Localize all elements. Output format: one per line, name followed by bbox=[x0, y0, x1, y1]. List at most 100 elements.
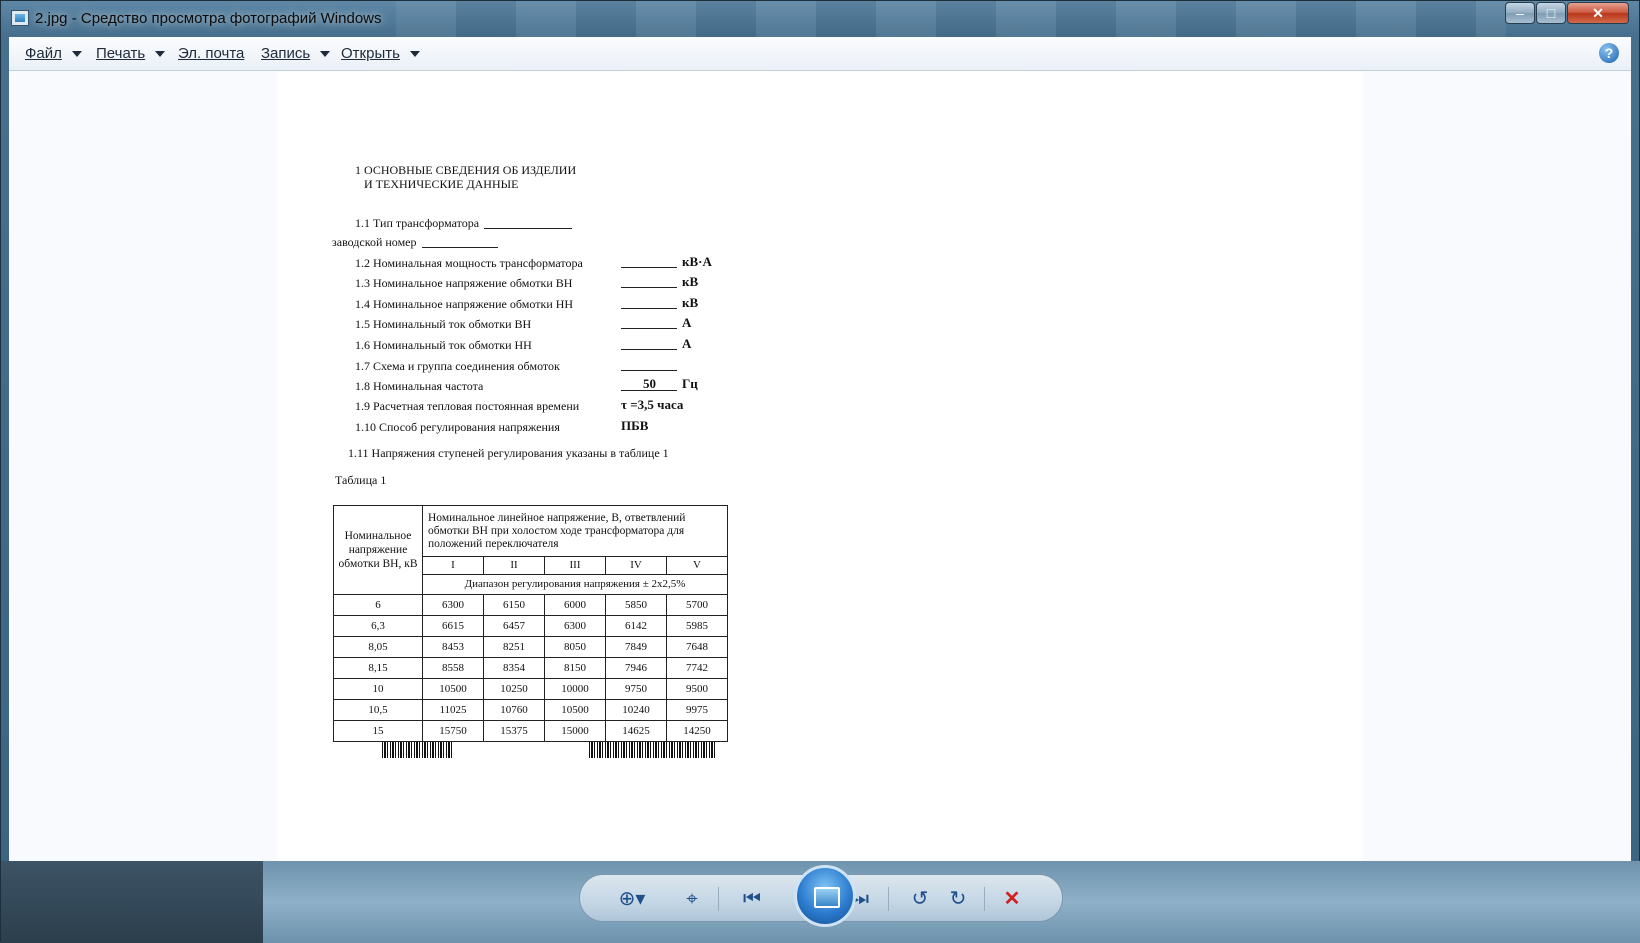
field-label: 1.6 Номинальный ток обмотки НН bbox=[355, 338, 532, 352]
table-cell: 6615 bbox=[422, 615, 484, 637]
slideshow-icon[interactable] bbox=[794, 865, 856, 927]
table-row: 8,05 8453 8251 8050 7849 7648 bbox=[333, 636, 728, 658]
help-icon[interactable]: ? bbox=[1599, 43, 1619, 63]
table-row: 8,15 8558 8354 8150 7946 7742 bbox=[333, 657, 728, 679]
table-cell: 5850 bbox=[605, 594, 667, 616]
table-cell: 7849 bbox=[605, 636, 667, 658]
field-label: 1.5 Номинальный ток обмотки ВН bbox=[355, 317, 532, 331]
zoom-icon[interactable]: ⊕▾ bbox=[612, 885, 652, 913]
table-cell: 6300 bbox=[422, 594, 484, 616]
rotate-cw-icon[interactable]: ↻ bbox=[944, 885, 972, 913]
menu-print-label: Печать bbox=[96, 45, 146, 62]
nominal-cell: 10,5 bbox=[333, 699, 423, 721]
field-label: 1.1 Тип трансформатора bbox=[355, 216, 480, 230]
table-caption: Таблица 1 bbox=[335, 473, 387, 487]
field-label: 1.4 Номинальное напряжение обмотки НН bbox=[355, 297, 574, 311]
table-row: 6 6300 6150 6000 5850 5700 bbox=[333, 594, 728, 616]
table-top-header: Номинальное линейное напряжение, В, отве… bbox=[422, 504, 728, 558]
field-unit: кВ·А bbox=[682, 254, 712, 269]
nominal-cell: 6 bbox=[333, 594, 423, 616]
field-unit: Гц bbox=[682, 376, 698, 391]
image-viewport[interactable]: 1 ОСНОВНЫЕ СВЕДЕНИЯ ОБ ИЗДЕЛИИ И ТЕХНИЧЕ… bbox=[9, 71, 1631, 861]
scanned-page: 1 ОСНОВНЫЕ СВЕДЕНИЯ ОБ ИЗДЕЛИИ И ТЕХНИЧЕ… bbox=[277, 71, 1363, 861]
delete-icon[interactable]: ✕ bbox=[998, 885, 1026, 913]
field-value: ПБВ bbox=[621, 418, 649, 433]
table-cell: 8050 bbox=[544, 636, 606, 658]
field-label: 1.9 Расчетная тепловая постоянная времен… bbox=[355, 399, 580, 413]
menu-file[interactable]: Файл bbox=[25, 45, 82, 62]
table-cell: 14625 bbox=[605, 720, 667, 742]
table-cell: 8453 bbox=[422, 636, 484, 658]
chevron-down-icon bbox=[155, 51, 166, 58]
barcode-left bbox=[382, 742, 453, 758]
table-cell: 6457 bbox=[483, 615, 545, 637]
window-title: 2.jpg - Средство просмотра фотографий Wi… bbox=[35, 10, 382, 27]
table-cell: 15375 bbox=[483, 720, 545, 742]
command-bar: Файл Печать Эл. почта Запись Открыть ? bbox=[9, 37, 1631, 71]
table-cell: 9750 bbox=[605, 678, 667, 700]
field-label: 1.2 Номинальная мощность трансформатора bbox=[355, 256, 583, 270]
table-row: 10,5 11025 10760 10500 10240 9975 bbox=[333, 699, 728, 721]
table-cell: 8558 bbox=[422, 657, 484, 679]
chevron-down-icon bbox=[409, 51, 420, 58]
field-blank bbox=[621, 287, 677, 288]
table-cell: 14250 bbox=[666, 720, 728, 742]
field-blank bbox=[621, 267, 677, 268]
menu-email[interactable]: Эл. почта bbox=[178, 45, 244, 62]
maximize-button[interactable]: □ bbox=[1536, 2, 1566, 24]
table-cell: 5985 bbox=[666, 615, 728, 637]
divider bbox=[984, 887, 985, 911]
field-blank bbox=[422, 247, 498, 248]
minimize-button[interactable]: – bbox=[1505, 2, 1535, 24]
nominal-cell: 15 bbox=[333, 720, 423, 742]
field-label: 1.7 Схема и группа соединения обмоток bbox=[355, 359, 560, 373]
menu-burn[interactable]: Запись bbox=[261, 45, 331, 62]
position-header: I bbox=[422, 556, 484, 575]
position-header: II bbox=[483, 556, 545, 575]
menu-print[interactable]: Печать bbox=[96, 45, 166, 62]
nominal-cell: 6,3 bbox=[333, 615, 423, 637]
table-cell: 5700 bbox=[666, 594, 728, 616]
table-row: 10 10500 10250 10000 9750 9500 bbox=[333, 678, 728, 700]
field-blank bbox=[621, 328, 677, 329]
barcode-right bbox=[589, 742, 716, 758]
table-left-header: Номинальное напряжение обмотки ВН, кВ bbox=[333, 505, 423, 595]
actual-size-icon[interactable]: ⌖ bbox=[678, 885, 706, 913]
divider bbox=[718, 887, 719, 911]
position-header: III bbox=[544, 556, 606, 575]
close-button[interactable]: ✕ bbox=[1567, 2, 1629, 24]
app-icon bbox=[11, 10, 29, 26]
field-blank bbox=[621, 349, 677, 350]
table-row: 6,3 6615 6457 6300 6142 5985 bbox=[333, 615, 728, 637]
field-value: 50 bbox=[643, 376, 656, 391]
chevron-down-icon bbox=[320, 51, 331, 58]
doc-heading-line-2: И ТЕХНИЧЕСКИЕ ДАННЫЕ bbox=[364, 177, 519, 191]
menu-open[interactable]: Открыть bbox=[341, 45, 420, 62]
table-cell: 10760 bbox=[483, 699, 545, 721]
field-label: 1.10 Способ регулирования напряжения bbox=[355, 420, 560, 434]
table-cell: 10500 bbox=[544, 699, 606, 721]
table-cell: 9975 bbox=[666, 699, 728, 721]
field-unit: кВ bbox=[682, 295, 699, 310]
field-blank bbox=[484, 228, 572, 229]
rotate-ccw-icon[interactable]: ↺ bbox=[906, 885, 934, 913]
field-unit: кВ bbox=[682, 274, 699, 289]
doc-heading-line-1: 1 ОСНОВНЫЕ СВЕДЕНИЯ ОБ ИЗДЕЛИИ bbox=[355, 163, 577, 177]
field-label: 1.8 Номинальная частота bbox=[355, 379, 484, 393]
table-cell: 6150 bbox=[483, 594, 545, 616]
photo-viewer-window: 2.jpg - Средство просмотра фотографий Wi… bbox=[0, 0, 1640, 943]
nominal-cell: 8,05 bbox=[333, 636, 423, 658]
field-blank bbox=[621, 308, 677, 309]
field-unit: А bbox=[682, 336, 692, 351]
voltage-table: Номинальное напряжение обмотки ВН, кВ Но… bbox=[333, 504, 728, 742]
previous-icon[interactable]: ⏮ bbox=[738, 885, 766, 913]
table-cell: 15750 bbox=[422, 720, 484, 742]
table-cell: 8354 bbox=[483, 657, 545, 679]
table-cell: 7648 bbox=[666, 636, 728, 658]
field-unit: А bbox=[682, 315, 692, 330]
position-header: V bbox=[666, 556, 728, 575]
field-value: τ =3,5 часа bbox=[621, 397, 684, 412]
title-bar[interactable]: 2.jpg - Средство просмотра фотографий Wi… bbox=[1, 1, 1640, 37]
viewer-toolbar-area: ⊕▾ ⌖ ⏮ ⏭ ↺ ↻ ✕ bbox=[1, 861, 1640, 943]
field-label: 1.3 Номинальное напряжение обмотки ВН bbox=[355, 276, 573, 290]
